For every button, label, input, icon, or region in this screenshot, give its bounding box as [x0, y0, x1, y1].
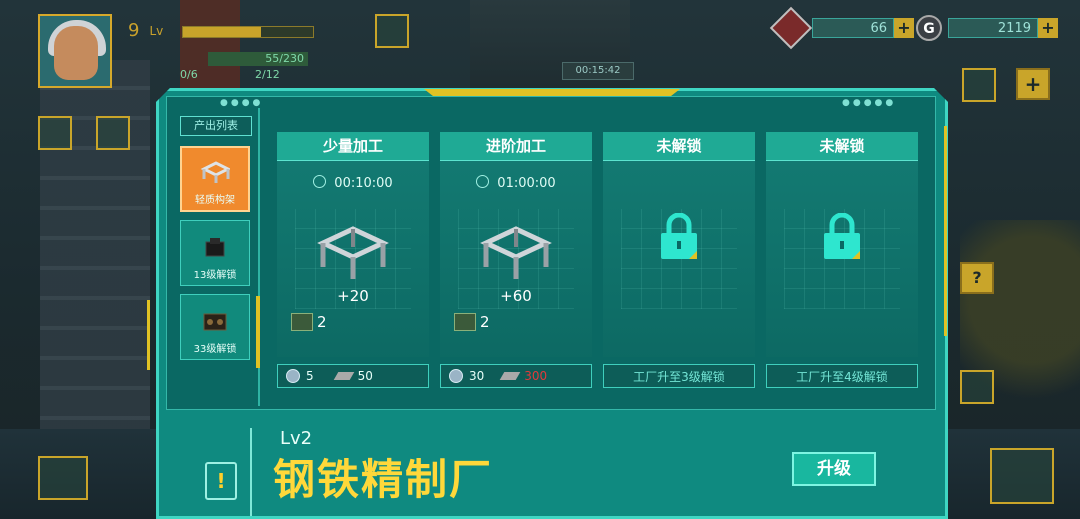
- clock-icon: [476, 175, 490, 188]
- gold-resource: G 2119 +: [916, 15, 1058, 41]
- card-title: 进阶加工: [440, 132, 592, 161]
- mail-icon[interactable]: [375, 14, 409, 48]
- locked-part-icon: [205, 238, 225, 257]
- gem-resource: 66 +: [769, 6, 914, 50]
- card-units: 2: [454, 313, 490, 331]
- left-menu-icon-2[interactable]: [96, 116, 130, 150]
- panel-right-accent: [944, 126, 947, 336]
- event-timer: 00:15:42: [562, 62, 634, 80]
- xp-bar: [182, 26, 314, 38]
- output-item-light-frame[interactable]: 轻质构架: [180, 146, 250, 212]
- gold-icon: G: [916, 15, 942, 41]
- steel-icon: [499, 372, 521, 380]
- production-card-locked-4[interactable]: 未解锁: [766, 132, 918, 358]
- add-gold-button[interactable]: +: [1038, 18, 1058, 38]
- map-icon[interactable]: [962, 68, 996, 102]
- card-body: 01:00:00 +60 2: [440, 161, 592, 357]
- card-yield: +20: [337, 287, 369, 305]
- help-button[interactable]: ?: [960, 262, 994, 294]
- lock-icon: [661, 213, 697, 259]
- card-yield: +60: [500, 287, 532, 305]
- production-card-locked-3[interactable]: 未解锁: [603, 132, 755, 358]
- player-level-label: Lv: [149, 23, 164, 38]
- light-frame-icon: [480, 226, 552, 279]
- xp-bar-fill: [183, 27, 261, 37]
- upgrade-button[interactable]: 升级: [792, 452, 876, 486]
- sidebar-scroll-marker: [256, 296, 260, 368]
- output-item-label: 轻质构架: [195, 195, 235, 206]
- card-units: 2: [291, 313, 327, 331]
- gold-count: 2119: [948, 18, 1038, 38]
- output-item-label: 33级解锁: [193, 344, 237, 355]
- home-icon[interactable]: [960, 370, 994, 404]
- panel-dots-right: ●●●●●: [842, 98, 897, 108]
- tank-icon: [291, 313, 313, 331]
- production-card-advanced[interactable]: 进阶加工 01:00:00 +60 2: [440, 132, 592, 358]
- output-item-level13[interactable]: 13级解锁: [180, 220, 250, 286]
- output-item-label: 13级解锁: [193, 270, 237, 281]
- card-cost-small: 5 50: [277, 364, 429, 388]
- tank-icon: [454, 313, 476, 331]
- card-duration-text: 00:10:00: [334, 176, 393, 191]
- card-duration: 00:10:00: [277, 175, 429, 191]
- card-units-text: 2: [317, 313, 327, 331]
- stat-b: 0/6: [180, 68, 198, 81]
- gem-count: 66: [812, 18, 894, 38]
- player-level: 9 Lv: [128, 20, 163, 41]
- cost-ore: 30: [469, 369, 485, 383]
- output-item-level33[interactable]: 33级解锁: [180, 294, 250, 360]
- player-avatar[interactable]: [38, 14, 112, 88]
- title-divider: [250, 428, 252, 516]
- card-unlock-hint-3: 工厂升至3级解锁: [603, 364, 755, 388]
- card-cost-advanced: 30 300: [440, 364, 592, 388]
- ore-icon: [286, 369, 300, 383]
- output-list-header: 产出列表: [180, 116, 252, 136]
- card-title: 未解锁: [766, 132, 918, 161]
- card-duration-text: 01:00:00: [497, 176, 556, 191]
- card-body: [603, 161, 755, 357]
- card-duration: 01:00:00: [440, 175, 592, 191]
- cost-steel: 50: [357, 369, 373, 383]
- card-units-text: 2: [480, 313, 490, 331]
- inventory-icon[interactable]: [990, 448, 1054, 504]
- clock-icon: [313, 175, 327, 188]
- panel-left-accent: [147, 300, 150, 370]
- light-frame-icon: [317, 226, 389, 279]
- card-unlock-hint-4: 工厂升至4级解锁: [766, 364, 918, 388]
- panel-dots-left: ●●●●: [220, 98, 264, 108]
- add-gems-button[interactable]: +: [894, 18, 914, 38]
- add-building-button[interactable]: +: [1016, 68, 1050, 100]
- avatar-face: [54, 26, 98, 80]
- stat-a: 55/230: [208, 52, 308, 66]
- production-card-small[interactable]: 少量加工 00:10:00 +20 2: [277, 132, 429, 358]
- card-body: [766, 161, 918, 357]
- card-title: 未解锁: [603, 132, 755, 161]
- left-menu-icon-1[interactable]: [38, 116, 72, 150]
- card-body: 00:10:00 +20 2: [277, 161, 429, 357]
- building-info-icon[interactable]: !: [205, 462, 237, 500]
- bottom-left-icon[interactable]: [38, 456, 88, 500]
- light-frame-icon: [200, 161, 230, 183]
- steel-icon: [333, 372, 354, 380]
- building-name: 钢铁精制厂: [273, 455, 494, 504]
- cost-steel-insufficient: 300: [524, 369, 548, 383]
- lock-icon: [824, 213, 860, 259]
- card-title: 少量加工: [277, 132, 429, 161]
- cost-ore: 5: [306, 369, 314, 383]
- ore-icon: [449, 369, 463, 383]
- player-level-number: 9: [128, 20, 140, 41]
- stat-c: 2/12: [255, 68, 280, 81]
- locked-machine-icon: [203, 313, 227, 331]
